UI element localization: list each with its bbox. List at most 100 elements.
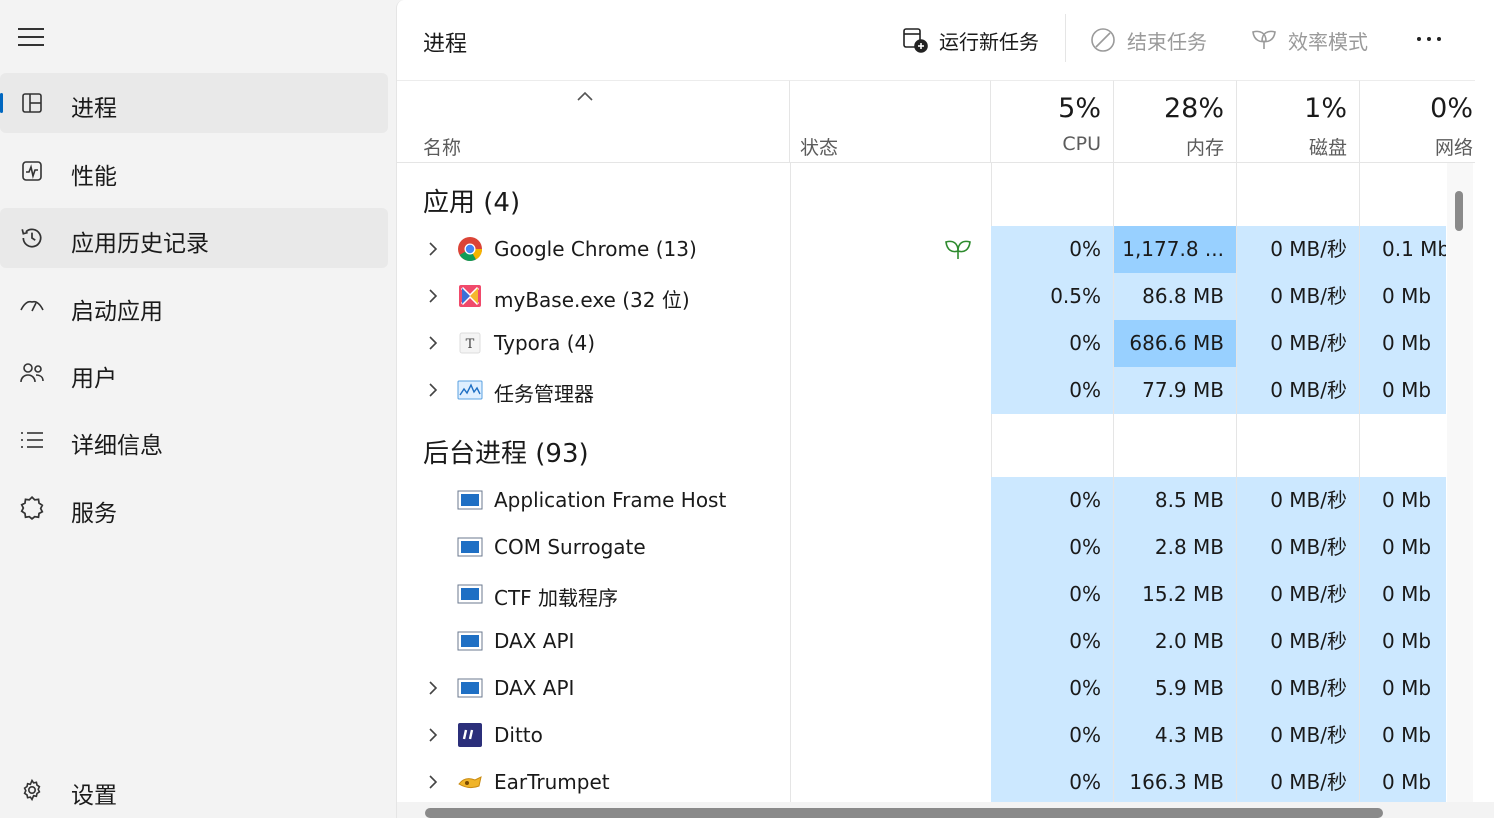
column-header-status[interactable]: 状态 <box>790 80 991 163</box>
sidebar-item-app-history[interactable]: 应用历史记录 <box>0 208 388 268</box>
disk-percent: 1% <box>1304 93 1347 124</box>
disk-cell: 0 MB/秒 <box>1237 618 1359 665</box>
disk-cell: 0 MB/秒 <box>1237 367 1359 414</box>
process-name: 任务管理器 <box>494 382 594 406</box>
sidebar-item-label: 用户 <box>71 366 117 392</box>
page-title: 进程 <box>423 32 468 57</box>
process-name: myBase.exe (32 位) <box>494 288 690 312</box>
cpu-cell: 0% <box>991 367 1113 414</box>
process-name: EarTrumpet <box>494 770 610 794</box>
window-app-icon <box>457 534 483 560</box>
table-row[interactable]: DAX API 0% 2.0 MB 0 MB/秒 0 Mb <box>397 618 1447 665</box>
sidebar-item-label: 应用历史记录 <box>71 231 209 257</box>
network-cell: 0 Mb <box>1360 367 1446 414</box>
process-name: DAX API <box>494 629 575 653</box>
processes-icon <box>18 90 46 116</box>
column-header-disk[interactable]: 1% 磁盘 <box>1237 80 1360 163</box>
sidebar-item-startup-apps[interactable]: 启动应用 <box>0 276 388 336</box>
table-row[interactable]: Application Frame Host 0% 8.5 MB 0 MB/秒 … <box>397 477 1447 524</box>
vertical-scrollbar[interactable] <box>1447 163 1473 803</box>
table-row[interactable]: COM Surrogate 0% 2.8 MB 0 MB/秒 0 Mb <box>397 524 1447 571</box>
chevron-right-icon[interactable] <box>425 379 441 401</box>
network-cell: 0 Mb <box>1360 477 1446 524</box>
sidebar-item-settings[interactable]: 设置 <box>0 760 388 818</box>
horizontal-scrollbar-thumb[interactable] <box>425 808 1383 818</box>
mybase-icon <box>457 283 483 309</box>
disk-cell: 0 MB/秒 <box>1237 477 1359 524</box>
process-name: Typora (4) <box>494 331 596 355</box>
memory-cell: 2.8 MB <box>1114 524 1236 571</box>
network-cell: 0.1 Mb <box>1360 226 1446 273</box>
efficiency-leaf-icon <box>945 240 971 259</box>
sidebar-item-label: 启动应用 <box>71 299 163 325</box>
disk-cell: 0 MB/秒 <box>1237 320 1359 367</box>
efficiency-mode-label: 效率模式 <box>1288 29 1368 54</box>
network-cell: 0 Mb <box>1360 273 1446 320</box>
table-row[interactable]: 任务管理器 0% 77.9 MB 0 MB/秒 0 Mb <box>397 367 1447 414</box>
sidebar-item-performance[interactable]: 性能 <box>0 141 388 201</box>
network-cell: 0 Mb <box>1360 524 1446 571</box>
window-app-icon <box>457 675 483 701</box>
table-row[interactable]: Ditto 0% 4.3 MB 0 MB/秒 0 Mb <box>397 712 1447 759</box>
window-app-icon <box>457 487 483 513</box>
sidebar-item-label: 服务 <box>71 501 117 527</box>
table-row[interactable]: myBase.exe (32 位) 0.5% 86.8 MB 0 MB/秒 0 … <box>397 273 1447 320</box>
end-task-button[interactable]: 结束任务 <box>1089 22 1207 58</box>
process-name: DAX API <box>494 676 575 700</box>
column-header-network[interactable]: 0% 网络 <box>1360 80 1475 163</box>
table-row[interactable]: Google Chrome (13) 0% 1,177.8 ... 0 MB/秒… <box>397 226 1447 273</box>
group-title-background: 后台进程 (93) <box>423 439 589 469</box>
network-cell: 0 Mb <box>1360 618 1446 665</box>
chevron-right-icon[interactable] <box>425 677 441 699</box>
column-label-status: 状态 <box>800 137 839 159</box>
disk-cell: 0 MB/秒 <box>1237 524 1359 571</box>
gear-icon <box>18 777 46 803</box>
column-header-cpu[interactable]: 5% CPU <box>991 80 1114 163</box>
cpu-cell: 0% <box>991 759 1113 806</box>
cpu-cell: 0% <box>991 477 1113 524</box>
memory-cell: 8.5 MB <box>1114 477 1236 524</box>
processes-panel: 进程 运行新任务 结束任务 效率模式 名称 状态 5% CPU 28% 内存 1… <box>396 0 1494 818</box>
disk-cell: 0 MB/秒 <box>1237 226 1359 273</box>
table-row[interactable]: T Typora (4) 0% 686.6 MB 0 MB/秒 0 Mb <box>397 320 1447 367</box>
table-row[interactable]: CTF 加载程序 0% 15.2 MB 0 MB/秒 0 Mb <box>397 571 1447 618</box>
horizontal-scrollbar[interactable] <box>397 802 1494 818</box>
network-percent: 0% <box>1430 93 1473 124</box>
table-row[interactable]: EarTrumpet 0% 166.3 MB 0 MB/秒 0 Mb <box>397 759 1447 806</box>
ditto-icon <box>457 722 483 748</box>
chevron-right-icon[interactable] <box>425 724 441 746</box>
disk-cell: 0 MB/秒 <box>1237 665 1359 712</box>
chevron-right-icon[interactable] <box>425 771 441 793</box>
group-title-apps: 应用 (4) <box>423 188 521 218</box>
cpu-cell: 0% <box>991 665 1113 712</box>
chevron-right-icon[interactable] <box>425 332 441 354</box>
disk-cell: 0 MB/秒 <box>1237 759 1359 806</box>
memory-cell: 15.2 MB <box>1114 571 1236 618</box>
chevron-right-icon[interactable] <box>425 238 441 260</box>
menu-icon[interactable] <box>18 26 46 46</box>
sidebar-item-details[interactable]: 详细信息 <box>0 410 388 470</box>
sidebar: 进程 性能 应用历史记录 启动应用 用户 详细信息 服务 设置 <box>0 0 396 818</box>
more-options-button[interactable] <box>1409 22 1449 56</box>
table-row[interactable]: DAX API 0% 5.9 MB 0 MB/秒 0 Mb <box>397 665 1447 712</box>
chrome-icon <box>457 236 483 262</box>
sidebar-item-users[interactable]: 用户 <box>0 343 388 403</box>
end-task-label: 结束任务 <box>1127 29 1207 54</box>
performance-icon <box>18 158 46 184</box>
column-header-name[interactable]: 名称 <box>397 80 790 163</box>
process-name: COM Surrogate <box>494 535 646 559</box>
memory-cell: 686.6 MB <box>1114 320 1236 367</box>
sidebar-item-processes[interactable]: 进程 <box>0 73 388 133</box>
memory-cell: 5.9 MB <box>1114 665 1236 712</box>
sidebar-item-services[interactable]: 服务 <box>0 478 388 538</box>
run-new-task-button[interactable]: 运行新任务 <box>901 22 1039 58</box>
svg-text:T: T <box>466 337 475 352</box>
dot <box>1437 37 1441 41</box>
chevron-right-icon[interactable] <box>425 285 441 307</box>
vertical-scrollbar-thumb[interactable] <box>1455 191 1463 231</box>
users-icon <box>18 360 46 386</box>
network-cell: 0 Mb <box>1360 665 1446 712</box>
efficiency-mode-button[interactable]: 效率模式 <box>1250 22 1368 58</box>
column-header-memory[interactable]: 28% 内存 <box>1114 80 1237 163</box>
memory-cell: 77.9 MB <box>1114 367 1236 414</box>
